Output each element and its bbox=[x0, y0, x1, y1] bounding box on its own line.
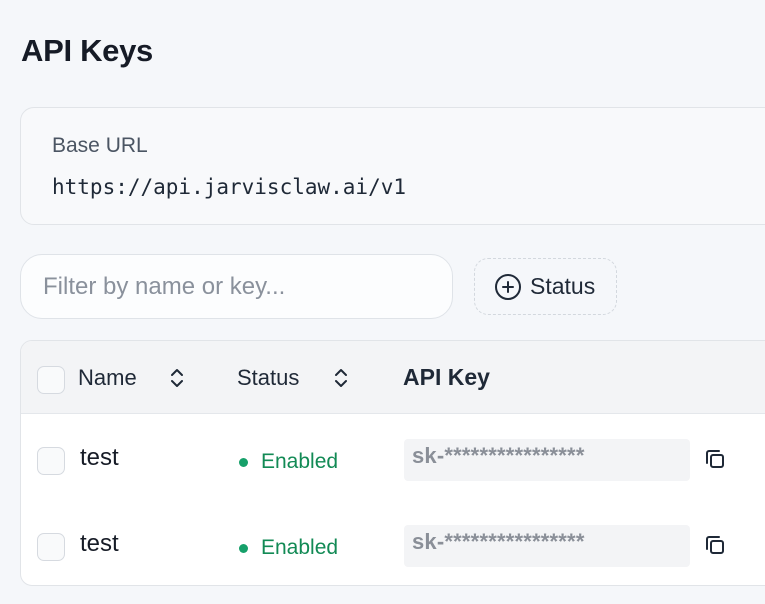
table-row: test Enabled sk-**************** bbox=[21, 500, 765, 585]
select-all-checkbox[interactable] bbox=[37, 366, 65, 394]
api-key-value: sk-**************** bbox=[412, 529, 585, 554]
page-title: API Keys bbox=[21, 33, 153, 68]
column-header-name[interactable]: Name bbox=[78, 365, 137, 391]
key-name: test bbox=[80, 530, 119, 557]
column-header-api-key: API Key bbox=[403, 364, 490, 391]
status-filter-button[interactable]: Status bbox=[474, 258, 617, 315]
api-key-field: sk-**************** bbox=[404, 525, 690, 567]
filter-input[interactable] bbox=[20, 254, 453, 319]
status-text: Enabled bbox=[261, 536, 339, 559]
column-name-label: Name bbox=[78, 365, 137, 390]
api-key-value: sk-**************** bbox=[412, 443, 585, 468]
plus-circle-icon bbox=[495, 273, 521, 300]
status-dot-icon bbox=[239, 457, 248, 467]
table-row: test Enabled sk-**************** bbox=[21, 414, 765, 500]
base-url-value: https://api.jarvisclaw.ai/v1 bbox=[52, 175, 407, 199]
api-keys-table: Name Status API Key test Enabled sk-****… bbox=[20, 340, 765, 586]
row-checkbox[interactable] bbox=[37, 447, 65, 475]
column-api-key-label: API Key bbox=[403, 364, 490, 390]
row-checkbox[interactable] bbox=[37, 533, 65, 561]
column-status-label: Status bbox=[237, 365, 300, 390]
status-text: Enabled bbox=[261, 450, 339, 473]
status-badge: Enabled bbox=[239, 450, 338, 474]
status-dot-icon bbox=[239, 543, 248, 553]
sort-status-icon[interactable] bbox=[333, 366, 349, 390]
base-url-label: Base URL bbox=[52, 134, 148, 157]
sort-name-icon[interactable] bbox=[169, 366, 185, 390]
api-key-field: sk-**************** bbox=[404, 439, 690, 481]
copy-icon[interactable] bbox=[703, 533, 727, 557]
column-header-status[interactable]: Status bbox=[237, 365, 299, 391]
status-filter-label: Status bbox=[530, 273, 596, 299]
key-name: test bbox=[80, 444, 119, 471]
base-url-card: Base URL https://api.jarvisclaw.ai/v1 bbox=[20, 107, 765, 225]
table-header: Name Status API Key bbox=[21, 341, 765, 414]
copy-icon[interactable] bbox=[703, 447, 727, 471]
status-badge: Enabled bbox=[239, 536, 338, 560]
